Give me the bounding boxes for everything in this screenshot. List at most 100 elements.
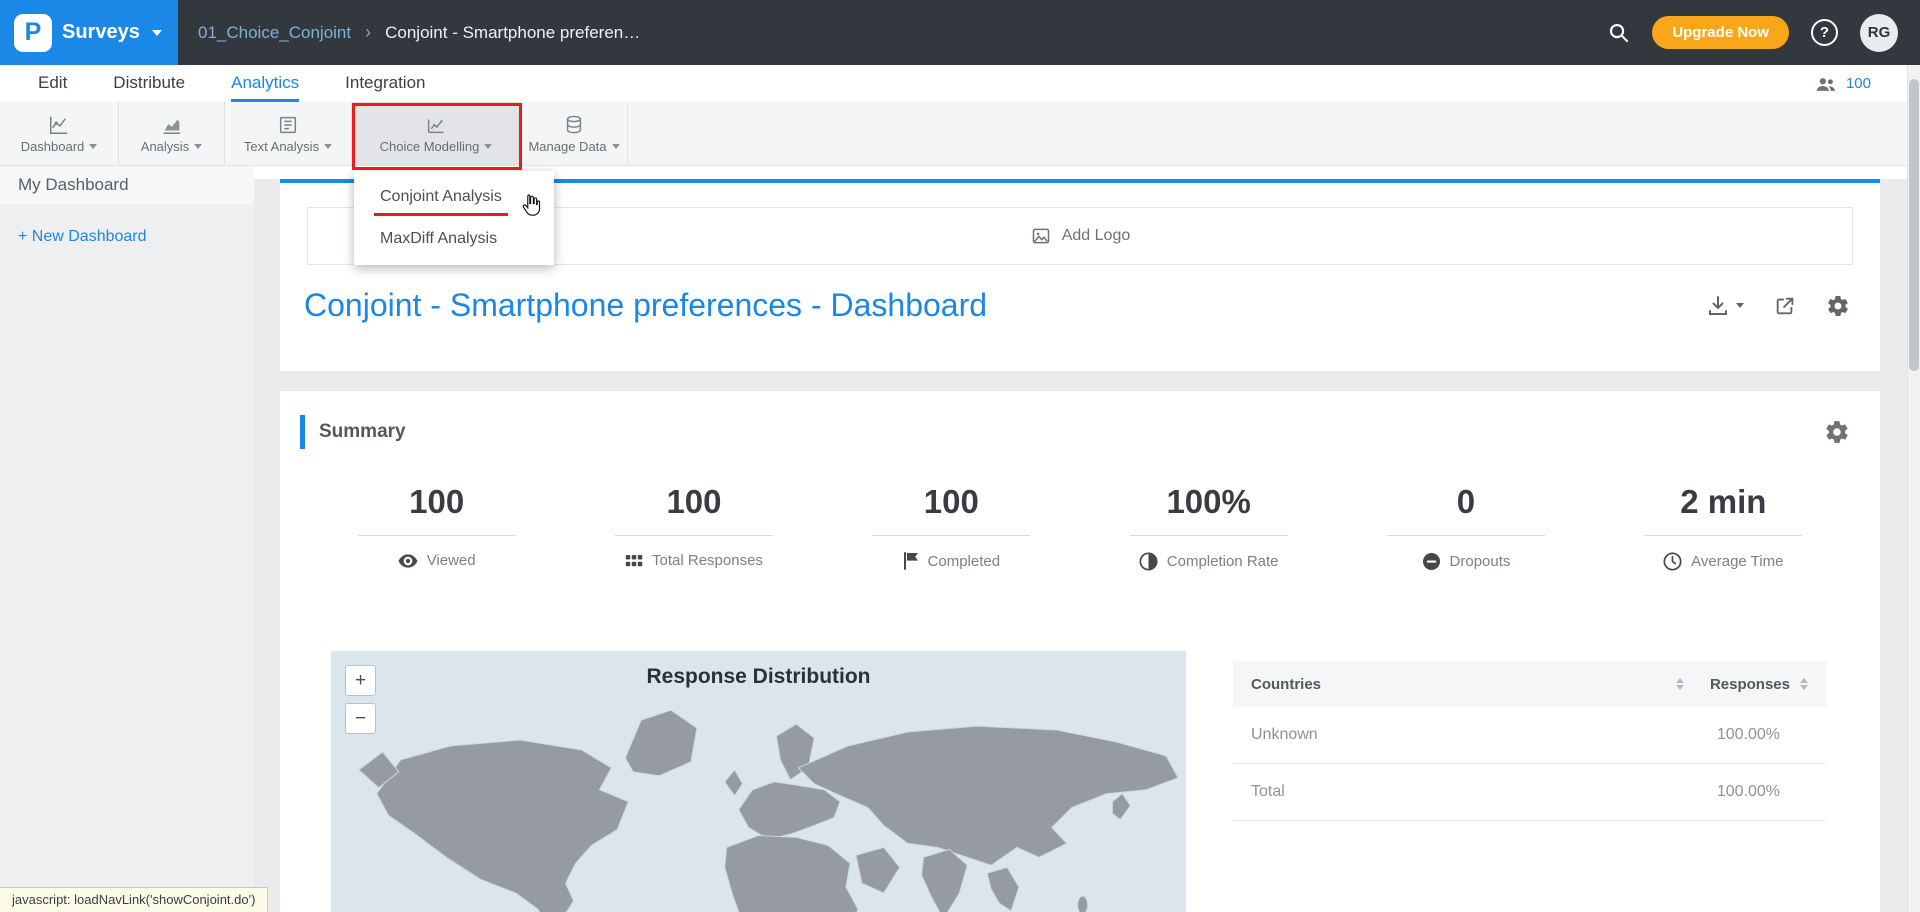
sidebar-item-my-dashboard[interactable]: My Dashboard: [0, 166, 254, 204]
image-icon: [1030, 226, 1052, 246]
column-header-countries[interactable]: Countries: [1251, 676, 1666, 693]
toolbar-item-choice-modelling[interactable]: Choice Modelling: [352, 102, 521, 165]
breadcrumb: 01_Choice_Conjoint › Conjoint - Smartpho…: [198, 22, 640, 43]
menu-item-maxdiff-analysis[interactable]: MaxDiff Analysis: [354, 218, 554, 260]
scrollbar-thumb[interactable]: [1909, 79, 1919, 371]
upgrade-now-button[interactable]: Upgrade Now: [1652, 16, 1789, 49]
toolbar-item-analysis[interactable]: Analysis: [119, 102, 225, 165]
toolbar-label: Analysis: [141, 139, 189, 154]
nav-tab-edit[interactable]: Edit: [38, 65, 67, 102]
countries-table: Countries Responses Unknown 100.00% Tota…: [1233, 661, 1826, 912]
map-europe: [739, 782, 840, 840]
annotation-underline: [374, 213, 508, 216]
page-title: Conjoint - Smartphone preferences - Dash…: [304, 287, 987, 324]
vertical-scrollbar[interactable]: [1907, 65, 1920, 912]
toolbar-label: Manage Data: [528, 139, 606, 154]
choice-modelling-icon: [424, 114, 448, 136]
search-icon[interactable]: [1607, 21, 1630, 44]
toolbar-label: Text Analysis: [244, 139, 319, 154]
stat-value: 100: [409, 483, 464, 521]
map-uk: [725, 770, 743, 796]
respondent-counter[interactable]: 100: [1815, 65, 1871, 102]
stat-completed: 100 Completed: [823, 483, 1080, 571]
dashboard-sidebar: My Dashboard + New Dashboard: [0, 166, 254, 912]
chevron-down-icon: [612, 144, 620, 149]
share-icon: [1774, 295, 1796, 317]
nav-tab-integration[interactable]: Integration: [345, 65, 425, 102]
product-switcher[interactable]: P Surveys: [0, 0, 178, 65]
zoom-out-button[interactable]: −: [345, 703, 376, 734]
toolbar-label: Dashboard: [21, 139, 85, 154]
column-header-responses[interactable]: Responses: [1710, 676, 1790, 693]
stat-average-time: 2 min Average Time: [1595, 483, 1852, 571]
map-title: Response Distribution: [331, 651, 1186, 689]
choice-modelling-menu: Conjoint Analysis MaxDiff Analysis: [354, 171, 554, 265]
stat-total-responses: 100 Total Responses: [565, 483, 822, 571]
app-screen: P Surveys 01_Choice_Conjoint › Conjoint …: [0, 0, 1920, 912]
nav-tab-distribute[interactable]: Distribute: [113, 65, 185, 102]
chevron-down-icon: [484, 144, 492, 149]
help-icon[interactable]: ?: [1811, 19, 1838, 46]
download-button[interactable]: [1706, 294, 1744, 318]
settings-button[interactable]: [1826, 294, 1850, 318]
stat-value: 0: [1457, 483, 1475, 521]
chevron-down-icon: [152, 30, 162, 36]
table-row: Total 100.00%: [1233, 764, 1826, 821]
table-row: Unknown 100.00%: [1233, 707, 1826, 764]
divider: [1387, 535, 1545, 536]
map-and-table-row: Response Distribution + −: [280, 651, 1880, 912]
sort-icon[interactable]: [1676, 678, 1684, 690]
toolbar-item-dashboard[interactable]: Dashboard: [0, 102, 119, 165]
stat-value: 2 min: [1680, 483, 1766, 521]
divider: [615, 535, 773, 536]
text-analysis-icon: [276, 114, 300, 136]
dropouts-icon: [1422, 552, 1441, 571]
stat-label-text: Viewed: [427, 552, 476, 569]
product-name: Surveys: [62, 21, 140, 44]
stat-value: 100: [924, 483, 979, 521]
world-map[interactable]: [331, 697, 1186, 912]
avatar[interactable]: RG: [1860, 14, 1898, 52]
download-icon: [1706, 294, 1730, 318]
grid-icon: [625, 554, 643, 568]
country-cell: Unknown: [1251, 726, 1660, 744]
divider: [872, 535, 1030, 536]
section-nav: Edit Distribute Analytics Integration 10…: [0, 65, 1907, 102]
new-dashboard-link[interactable]: + New Dashboard: [0, 228, 254, 246]
browser-status-bubble: javascript: loadNavLink('showConjoint.do…: [0, 887, 268, 912]
clock-icon: [1663, 552, 1682, 571]
summary-settings-button[interactable]: [1824, 419, 1850, 445]
stat-viewed: 100 Viewed: [308, 483, 565, 571]
share-button[interactable]: [1774, 295, 1796, 317]
menu-item-conjoint-analysis[interactable]: Conjoint Analysis: [354, 176, 554, 218]
zoom-in-button[interactable]: +: [345, 665, 376, 696]
summary-card: Summary 100 Viewed 100: [280, 391, 1880, 912]
sort-icon[interactable]: [1800, 678, 1808, 690]
chevron-down-icon: [324, 144, 332, 149]
gear-icon: [1824, 419, 1850, 445]
add-logo-label: Add Logo: [1062, 227, 1131, 245]
title-row: Conjoint - Smartphone preferences - Dash…: [304, 287, 1850, 324]
breadcrumb-parent-link[interactable]: 01_Choice_Conjoint: [198, 23, 351, 43]
chevron-down-icon: [194, 144, 202, 149]
map-africa: [725, 835, 858, 912]
map-philippines: [1078, 896, 1088, 912]
top-bar: P Surveys 01_Choice_Conjoint › Conjoint …: [0, 0, 1920, 65]
map-se-asia: [987, 867, 1019, 911]
stat-label-text: Completion Rate: [1167, 553, 1279, 570]
map-arabia: [856, 847, 900, 893]
country-cell: Total: [1251, 783, 1660, 801]
toolbar-item-manage-data[interactable]: Manage Data: [521, 102, 628, 165]
toolbar-item-text-analysis[interactable]: Text Analysis: [225, 102, 352, 165]
analysis-chart-icon: [160, 114, 184, 136]
stat-label-text: Dropouts: [1450, 553, 1511, 570]
respondent-count: 100: [1846, 75, 1871, 92]
analytics-toolbar: Dashboard Analysis Text Analysis Choice …: [0, 102, 1907, 166]
stat-dropouts: 0 Dropouts: [1337, 483, 1594, 571]
divider: [1130, 535, 1288, 536]
stat-value: 100: [666, 483, 721, 521]
nav-tab-analytics[interactable]: Analytics: [231, 65, 299, 102]
response-distribution-panel: Response Distribution + −: [331, 651, 1186, 912]
menu-item-label: Conjoint Analysis: [380, 188, 502, 205]
accent-bar: [300, 415, 305, 449]
